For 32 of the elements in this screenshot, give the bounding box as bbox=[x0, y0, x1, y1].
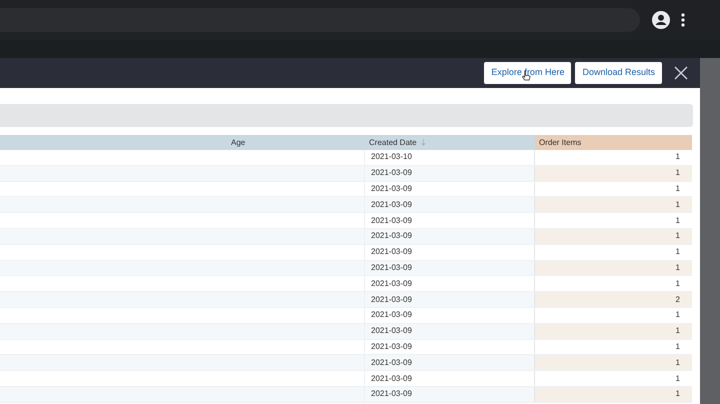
column-header[interactable]: Order Items bbox=[535, 135, 692, 150]
table-cell: 2021-03-09 bbox=[371, 198, 412, 211]
table-cell: 1 bbox=[535, 386, 692, 402]
menu-icon[interactable] bbox=[681, 13, 685, 27]
table-cell: 1 bbox=[535, 355, 692, 370]
table-cell: 1 bbox=[535, 228, 692, 244]
table-cell: 2021-03-09 bbox=[371, 167, 412, 180]
table-cell: 2021-03-09 bbox=[371, 294, 412, 306]
profile-icon[interactable] bbox=[652, 11, 670, 29]
table-cell: 2021-03-09 bbox=[371, 214, 412, 227]
table-cell: 1 bbox=[535, 197, 692, 212]
table-cell: 2021-03-09 bbox=[371, 340, 412, 353]
table-cell: 2021-03-10 bbox=[371, 151, 412, 164]
column-header[interactable]: Age bbox=[227, 135, 365, 150]
table-cell: 2021-03-09 bbox=[371, 309, 412, 322]
close-icon[interactable] bbox=[674, 65, 690, 81]
table-cell: 1 bbox=[535, 166, 692, 181]
table-cell: 2021-03-09 bbox=[371, 388, 412, 400]
table-cell: 2021-03-09 bbox=[371, 182, 412, 195]
table-cell: 1 bbox=[535, 324, 692, 339]
table-cell: 1 bbox=[535, 260, 692, 276]
table-cell: 2021-03-09 bbox=[371, 278, 412, 290]
table-cell: 2021-03-09 bbox=[371, 262, 412, 274]
table-cell: 2021-03-09 bbox=[371, 356, 412, 369]
action-button[interactable]: Download Results bbox=[575, 62, 662, 84]
table-cell: 2021-03-09 bbox=[371, 325, 412, 338]
column-header[interactable]: Created Date bbox=[365, 135, 535, 150]
table-cell: 2021-03-09 bbox=[371, 230, 412, 242]
table-cell: 2 bbox=[535, 292, 692, 307]
sort-arrow-icon bbox=[420, 139, 426, 146]
table-cell: 2021-03-09 bbox=[371, 372, 412, 385]
table-cell: 2021-03-09 bbox=[371, 246, 412, 258]
